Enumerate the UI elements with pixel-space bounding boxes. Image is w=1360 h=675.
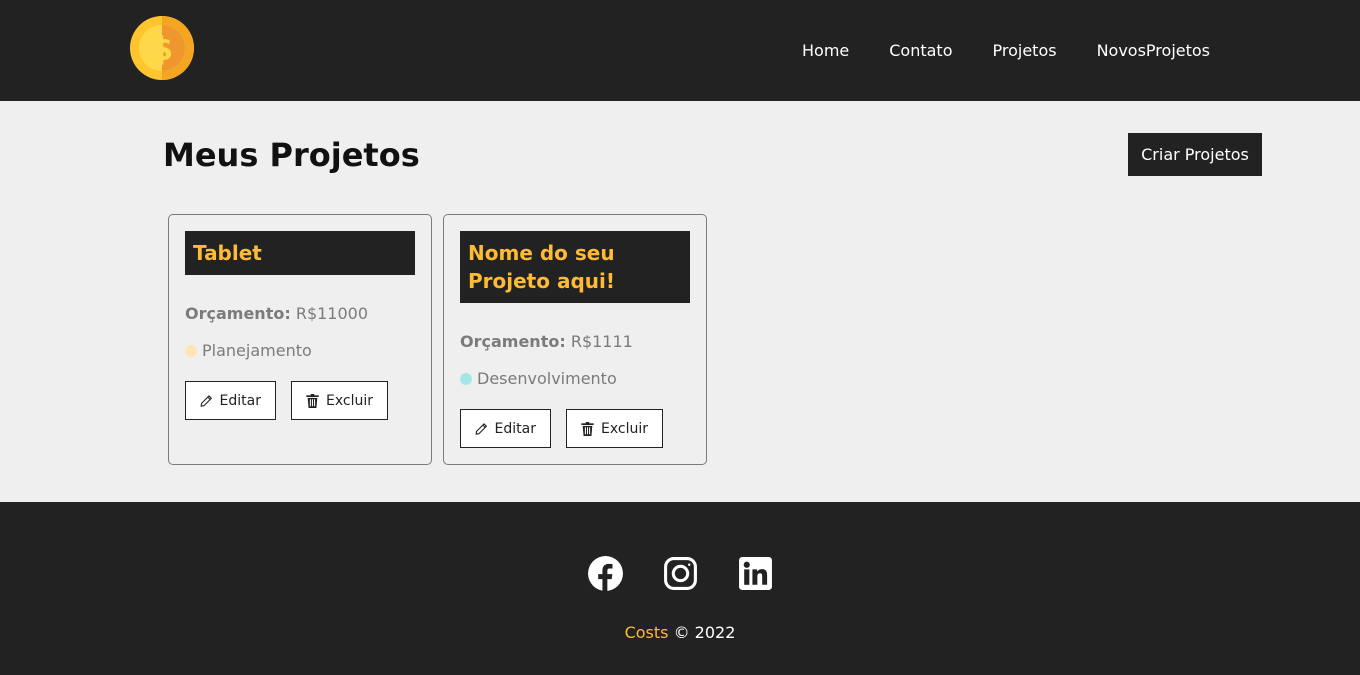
main-nav: Home Contato Projetos NovosProjetos: [802, 40, 1210, 62]
nav-projetos[interactable]: Projetos: [993, 40, 1057, 62]
nav-home[interactable]: Home: [802, 40, 849, 62]
pencil-icon: [200, 394, 213, 407]
copyright: Costs © 2022: [0, 622, 1360, 644]
card-actions: Editar Excluir: [460, 409, 663, 448]
edit-button[interactable]: Editar: [460, 409, 551, 448]
project-category: Planejamento: [185, 340, 312, 362]
delete-label: Excluir: [326, 392, 373, 409]
card-actions: Editar Excluir: [185, 381, 388, 420]
pencil-icon: [475, 422, 488, 435]
footer-brand: Costs: [624, 623, 669, 642]
create-project-button[interactable]: Criar Projetos: [1128, 133, 1262, 176]
budget-value: R$1111: [570, 332, 633, 351]
copyright-text: © 2022: [673, 623, 736, 642]
instagram-link[interactable]: [662, 555, 699, 592]
category-label: Planejamento: [202, 341, 312, 360]
instagram-icon: [663, 557, 697, 590]
project-budget: Orçamento: R$1111: [460, 331, 633, 353]
category-label: Desenvolvimento: [477, 369, 617, 388]
budget-value: R$11000: [295, 304, 369, 323]
nav-contato[interactable]: Contato: [889, 40, 952, 62]
project-title: Nome do seu Projeto aqui!: [460, 231, 690, 303]
project-card: Tablet Orçamento: R$11000 Planejamento E…: [168, 214, 432, 465]
main-content: Meus Projetos Criar Projetos Tablet Orça…: [0, 101, 1360, 502]
trash-icon: [306, 393, 319, 408]
project-budget: Orçamento: R$11000: [185, 303, 368, 325]
delete-button[interactable]: Excluir: [566, 409, 663, 448]
page-title: Meus Projetos: [163, 136, 420, 174]
social-links: [0, 555, 1360, 592]
facebook-icon: [587, 556, 623, 592]
budget-label: Orçamento:: [185, 304, 291, 323]
delete-button[interactable]: Excluir: [291, 381, 388, 420]
edit-label: Editar: [494, 420, 536, 437]
coin-logo-icon: $: [130, 16, 194, 80]
category-dot: [460, 373, 472, 385]
navbar: $ Home Contato Projetos NovosProjetos: [0, 0, 1360, 101]
project-title: Tablet: [185, 231, 415, 275]
nav-novos-projetos[interactable]: NovosProjetos: [1097, 40, 1210, 62]
linkedin-icon: [738, 557, 772, 590]
edit-button[interactable]: Editar: [185, 381, 276, 420]
trash-icon: [581, 421, 594, 436]
project-category: Desenvolvimento: [460, 368, 617, 390]
delete-label: Excluir: [601, 420, 648, 437]
facebook-link[interactable]: [587, 555, 624, 592]
project-card: Nome do seu Projeto aqui! Orçamento: R$1…: [443, 214, 707, 465]
svg-text:$: $: [151, 30, 173, 68]
edit-label: Editar: [219, 392, 261, 409]
budget-label: Orçamento:: [460, 332, 566, 351]
footer: Costs © 2022: [0, 502, 1360, 675]
linkedin-link[interactable]: [737, 555, 774, 592]
category-dot: [185, 345, 197, 357]
